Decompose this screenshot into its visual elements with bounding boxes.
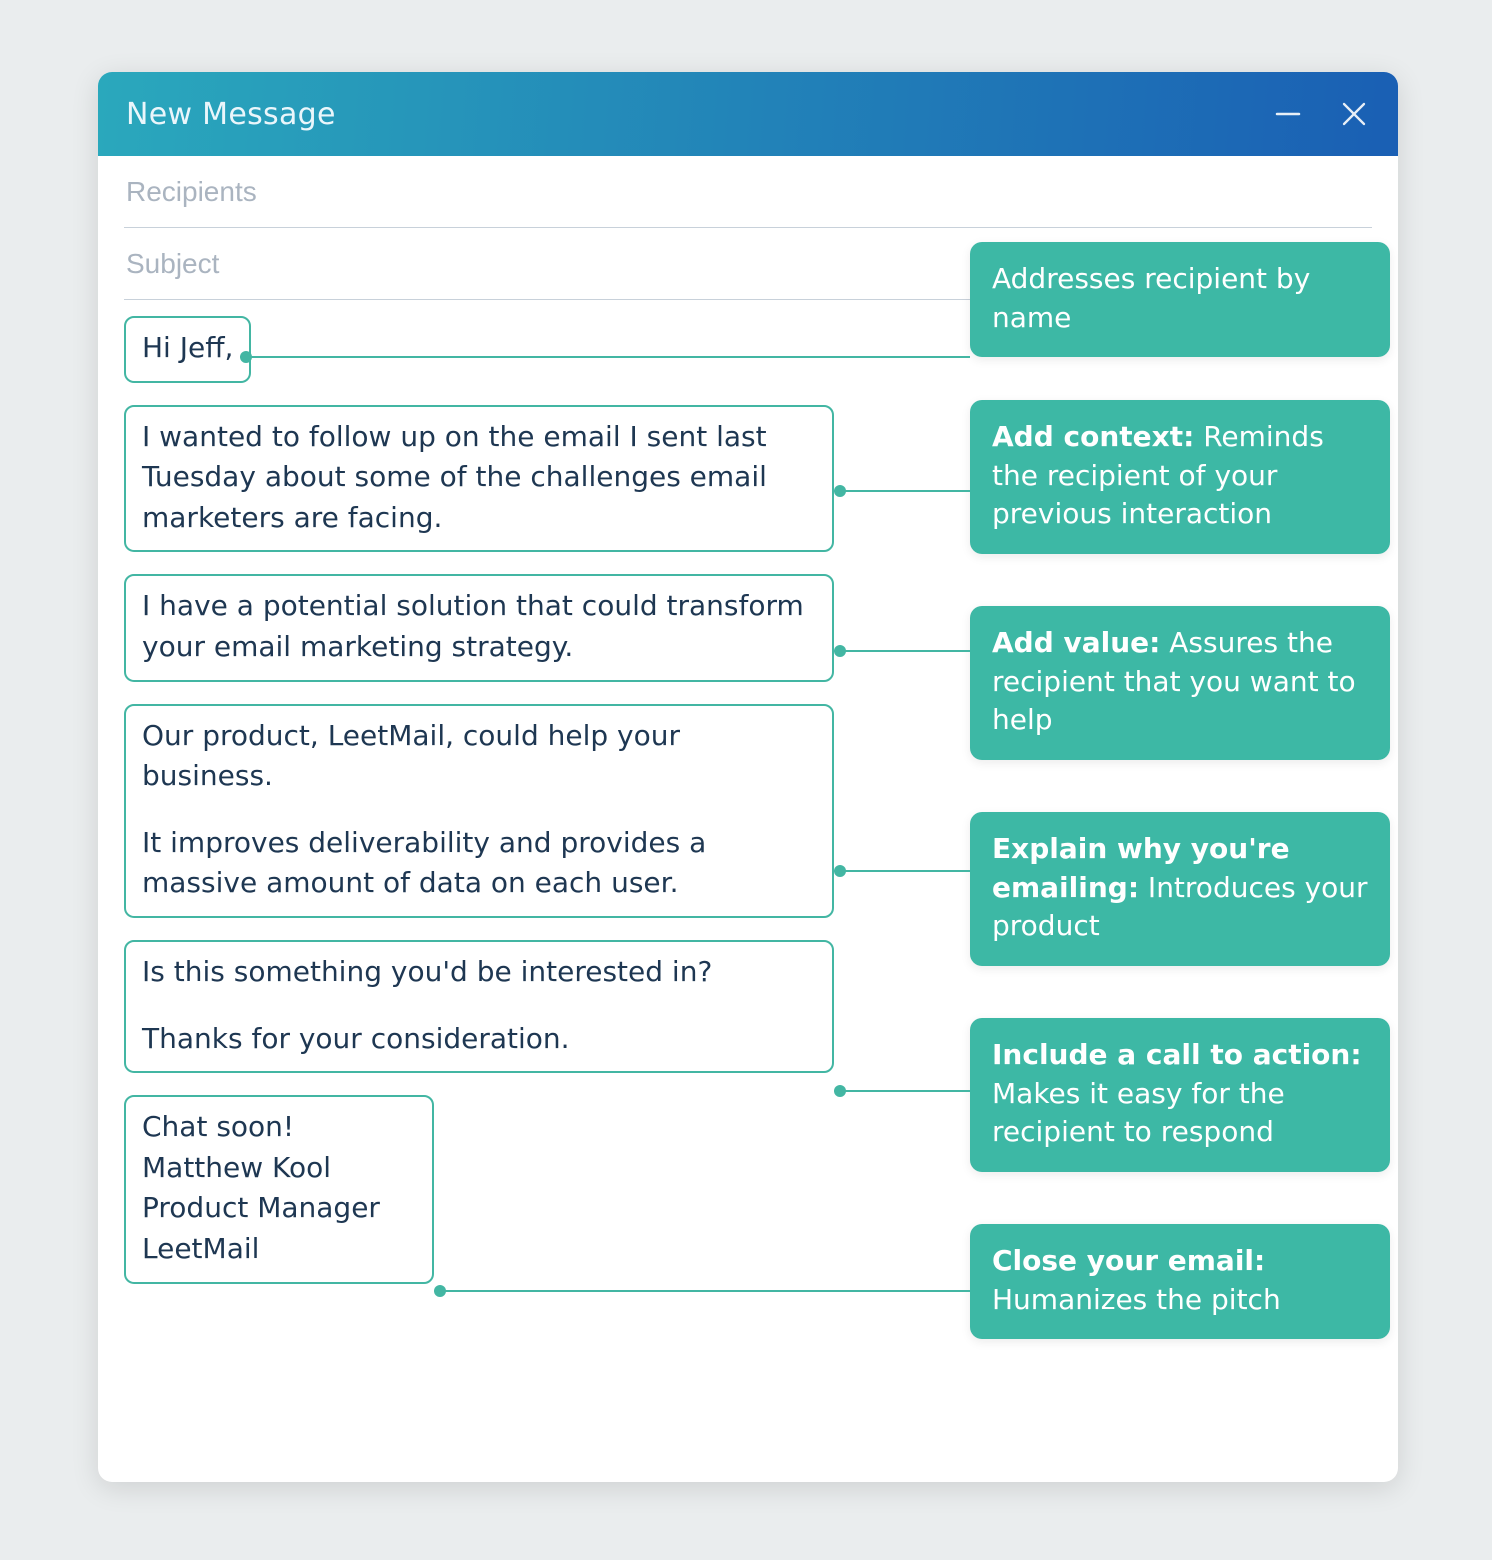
sig-line-3: Product Manager (142, 1188, 416, 1229)
cta-text-2: Thanks for your consideration. (142, 1019, 816, 1060)
cta-text-1: Is this something you'd be interested in… (142, 952, 816, 993)
why-text-1: Our product, LeetMail, could help your b… (142, 716, 816, 797)
value-block: I have a potential solution that could t… (124, 574, 834, 681)
connector-1 (246, 356, 970, 358)
value-text: I have a potential solution that could t… (142, 586, 816, 667)
callout-call-to-action: Include a call to action: Makes it easy … (970, 1018, 1390, 1172)
callout-6-text: Humanizes the pitch (992, 1283, 1281, 1316)
callout-address-by-name: Addresses recipient by name (970, 242, 1390, 357)
window-titlebar: New Message (98, 72, 1398, 156)
recipients-input[interactable] (124, 175, 1372, 209)
callout-3-bold: Add value: (992, 626, 1160, 659)
callout-5-bold: Include a call to action: (992, 1038, 1362, 1071)
callout-2-bold: Add context: (992, 420, 1194, 453)
callout-explain-why: Explain why you're emailing: Introduces … (970, 812, 1390, 966)
why-text-2: It improves deliverability and provides … (142, 823, 816, 904)
cta-block: Is this something you'd be interested in… (124, 940, 834, 1073)
signature-block: Chat soon! Matthew Kool Product Manager … (124, 1095, 434, 1283)
callout-1-text: Addresses recipient by name (992, 262, 1310, 334)
sig-line-2: Matthew Kool (142, 1148, 416, 1189)
minimize-icon[interactable] (1268, 94, 1308, 134)
connector-2 (840, 490, 970, 492)
why-block: Our product, LeetMail, could help your b… (124, 704, 834, 918)
sig-line-4: LeetMail (142, 1229, 416, 1270)
salutation-text: Hi Jeff, (142, 328, 233, 369)
window-title: New Message (126, 97, 336, 132)
context-block: I wanted to follow up on the email I sen… (124, 405, 834, 553)
callout-5-text: Makes it easy for the recipient to respo… (992, 1077, 1285, 1149)
connector-3 (840, 650, 970, 652)
callout-add-value: Add value: Assures the recipient that yo… (970, 606, 1390, 760)
connector-6 (440, 1290, 970, 1292)
connector-4 (840, 870, 970, 872)
callout-close-email: Close your email: Humanizes the pitch (970, 1224, 1390, 1339)
callout-6-bold: Close your email: (992, 1244, 1265, 1277)
recipients-field-row (124, 156, 1372, 228)
close-icon[interactable] (1334, 94, 1374, 134)
sig-line-1: Chat soon! (142, 1107, 416, 1148)
salutation-block: Hi Jeff, (124, 316, 251, 383)
context-text: I wanted to follow up on the email I sen… (142, 417, 816, 539)
callout-add-context: Add context: Reminds the recipient of yo… (970, 400, 1390, 554)
connector-5 (840, 1090, 970, 1092)
